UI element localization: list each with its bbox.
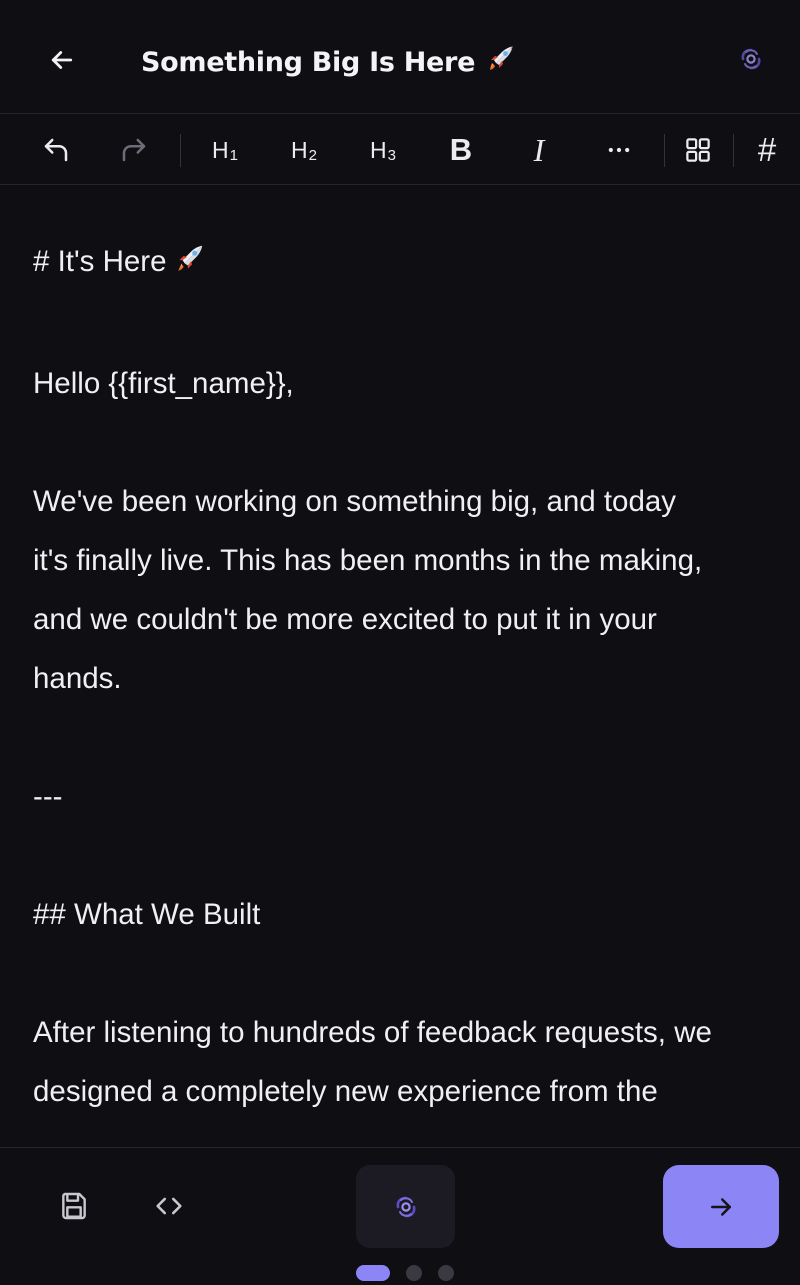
italic-label: I xyxy=(533,131,545,168)
arrow-left-icon xyxy=(51,51,73,69)
ai-assistant-button[interactable] xyxy=(356,1165,455,1248)
page-title: Something Big Is Here xyxy=(141,42,517,81)
app-logo[interactable] xyxy=(730,38,772,80)
editor-text-line: and we couldn't be more excited to put i… xyxy=(33,603,657,636)
save-icon xyxy=(62,1192,86,1220)
redo-button[interactable] xyxy=(113,115,155,185)
editor-heading1-line: # It's Here xyxy=(33,232,778,295)
heading1-label: H1 xyxy=(212,136,238,164)
grid-icon xyxy=(686,138,710,162)
heading2-button[interactable]: H2 xyxy=(283,115,325,185)
italic-button[interactable]: I xyxy=(518,115,560,185)
heading3-label: H3 xyxy=(370,136,396,164)
page-dot[interactable] xyxy=(406,1265,422,1281)
heading1-button[interactable]: H1 xyxy=(204,115,246,185)
editor-heading2-line: ## What We Built xyxy=(33,898,261,931)
markdown-toggle-button[interactable]: # xyxy=(746,115,788,185)
toolbar-divider xyxy=(180,134,181,167)
code-view-button[interactable] xyxy=(145,1182,193,1230)
page-dot-active[interactable] xyxy=(356,1265,390,1281)
heading3-button[interactable]: H3 xyxy=(362,115,404,185)
undo-icon xyxy=(44,138,68,162)
formatting-toolbar: H1 H2 H3 B I # xyxy=(0,115,800,185)
toolbar-divider xyxy=(733,134,734,167)
heading2-label: H2 xyxy=(291,136,317,164)
hash-label: # xyxy=(757,131,777,168)
bold-label: B xyxy=(449,132,473,167)
next-step-button[interactable] xyxy=(663,1165,779,1248)
editor-paragraph: We've been working on something big, and… xyxy=(33,472,778,708)
editor-greeting-line: Hello {{first_name}}, xyxy=(33,367,294,400)
more-horizontal-icon xyxy=(608,147,630,153)
editor-text-line: it's finally live. This has been months … xyxy=(33,544,703,577)
bottom-action-bar xyxy=(0,1147,800,1285)
bold-button[interactable]: B xyxy=(440,115,482,185)
editor-text-line: After listening to hundreds of feedback … xyxy=(33,1016,712,1049)
markdown-editor[interactable]: # It's Here Hello {{first_name}}, We've … xyxy=(33,187,778,1147)
save-button[interactable] xyxy=(50,1182,98,1230)
more-options-button[interactable] xyxy=(598,115,640,185)
code-icon xyxy=(156,1197,182,1215)
page-indicator xyxy=(356,1264,470,1282)
arrow-right-icon xyxy=(711,1197,731,1216)
swirl-logo-icon xyxy=(741,48,761,70)
swirl-logo-icon xyxy=(396,1196,415,1217)
undo-button[interactable] xyxy=(35,115,77,185)
editor-text-line: We've been working on something big, and… xyxy=(33,485,677,518)
rocket-icon xyxy=(173,236,207,295)
redo-icon xyxy=(122,138,146,162)
rocket-icon xyxy=(485,42,517,81)
page-title-text: Something Big Is Here xyxy=(141,47,476,78)
editor-paragraph: After listening to hundreds of feedback … xyxy=(33,1003,778,1121)
editor-divider-line: --- xyxy=(33,780,63,813)
header-bar: Something Big Is Here xyxy=(0,0,800,114)
email-editor-screen: Something Big Is Here H1 H2 H3 B I # # I… xyxy=(0,0,800,1285)
editor-text-line: designed a completely new experience fro… xyxy=(33,1075,658,1108)
page-dot[interactable] xyxy=(438,1265,454,1281)
blocks-button[interactable] xyxy=(677,115,719,185)
toolbar-divider xyxy=(664,134,665,167)
editor-text-line: hands. xyxy=(33,662,122,695)
back-button[interactable] xyxy=(38,36,86,84)
